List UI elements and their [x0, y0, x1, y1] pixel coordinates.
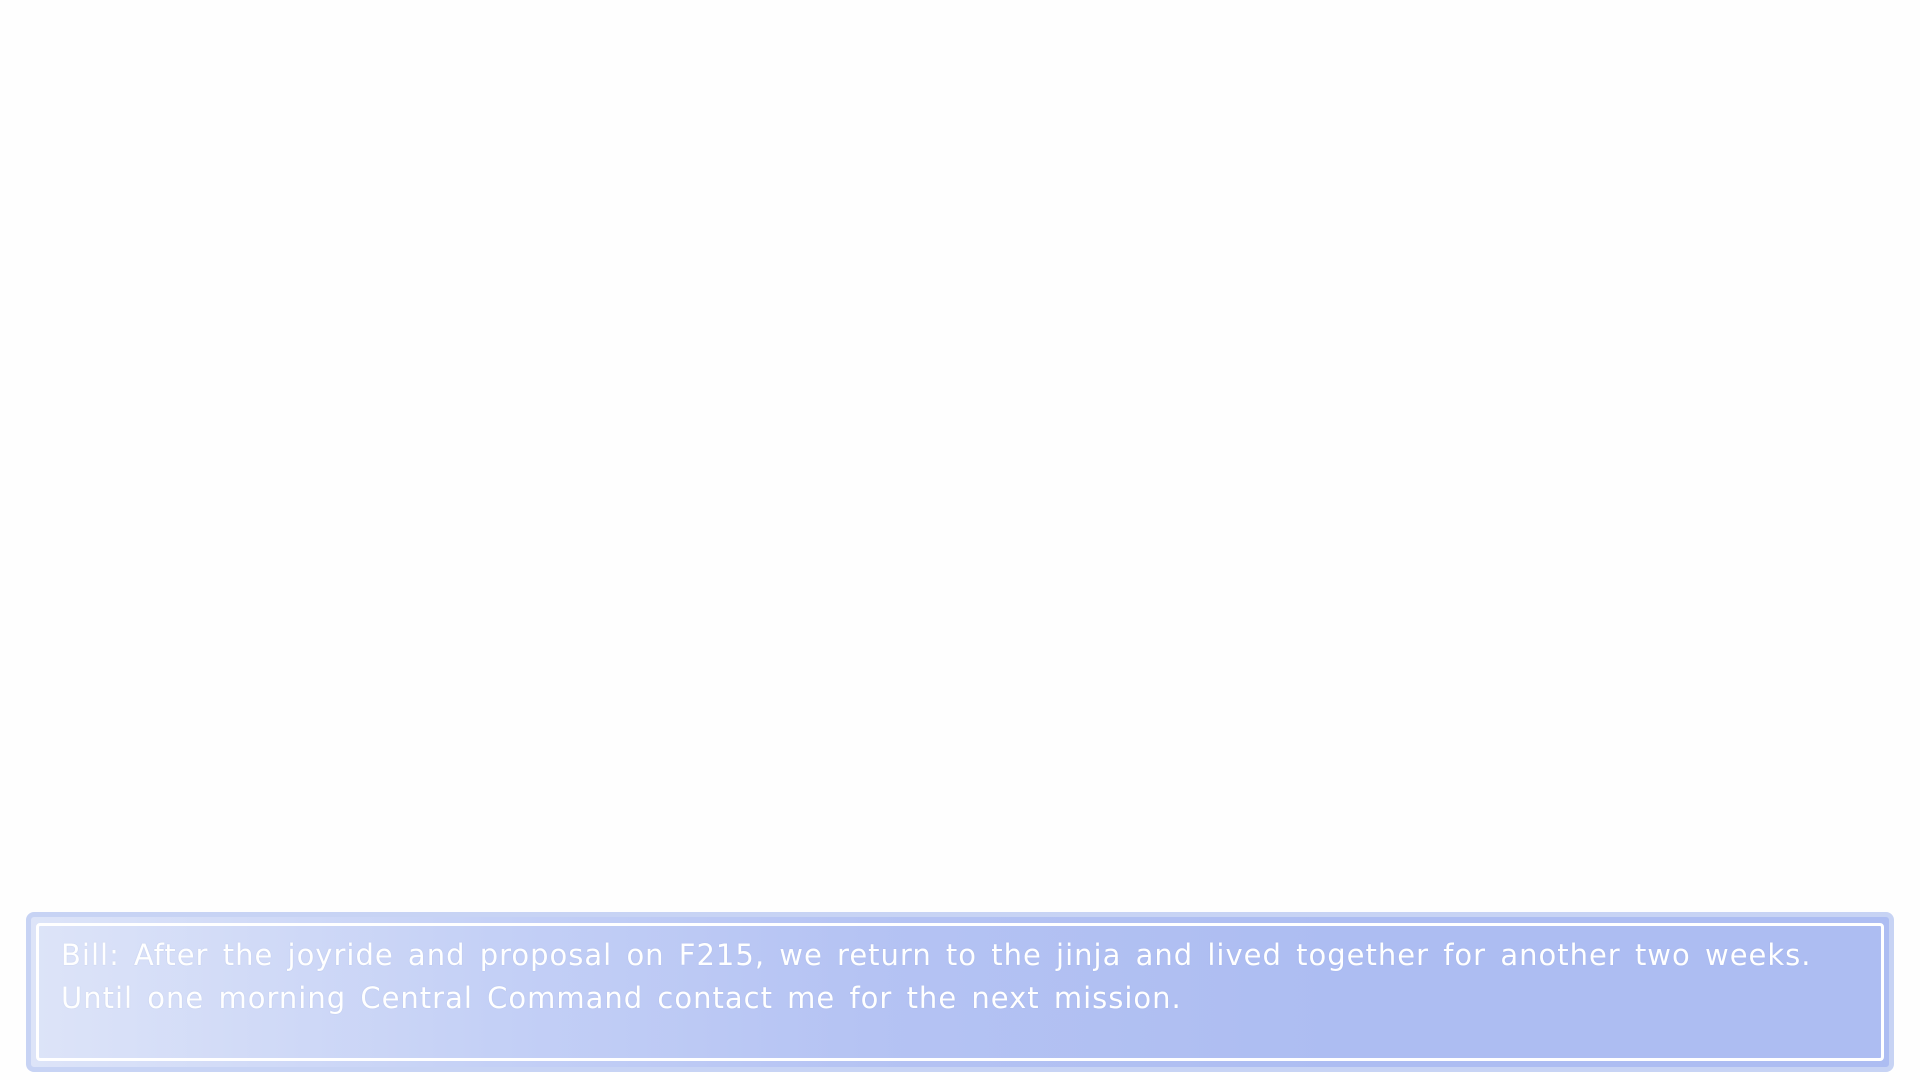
- dialogue-box[interactable]: Bill: After the joyride and proposal on F…: [26, 912, 1894, 1072]
- game-scene[interactable]: Bill: After the joyride and proposal on F…: [0, 0, 1920, 1080]
- speaker-name: Bill:: [61, 938, 120, 972]
- dialogue-box-frame: Bill: After the joyride and proposal on F…: [36, 923, 1884, 1061]
- dialogue-text: Bill: After the joyride and proposal on F…: [61, 934, 1841, 1020]
- dialogue-line: After the joyride and proposal on F215, …: [61, 938, 1812, 1015]
